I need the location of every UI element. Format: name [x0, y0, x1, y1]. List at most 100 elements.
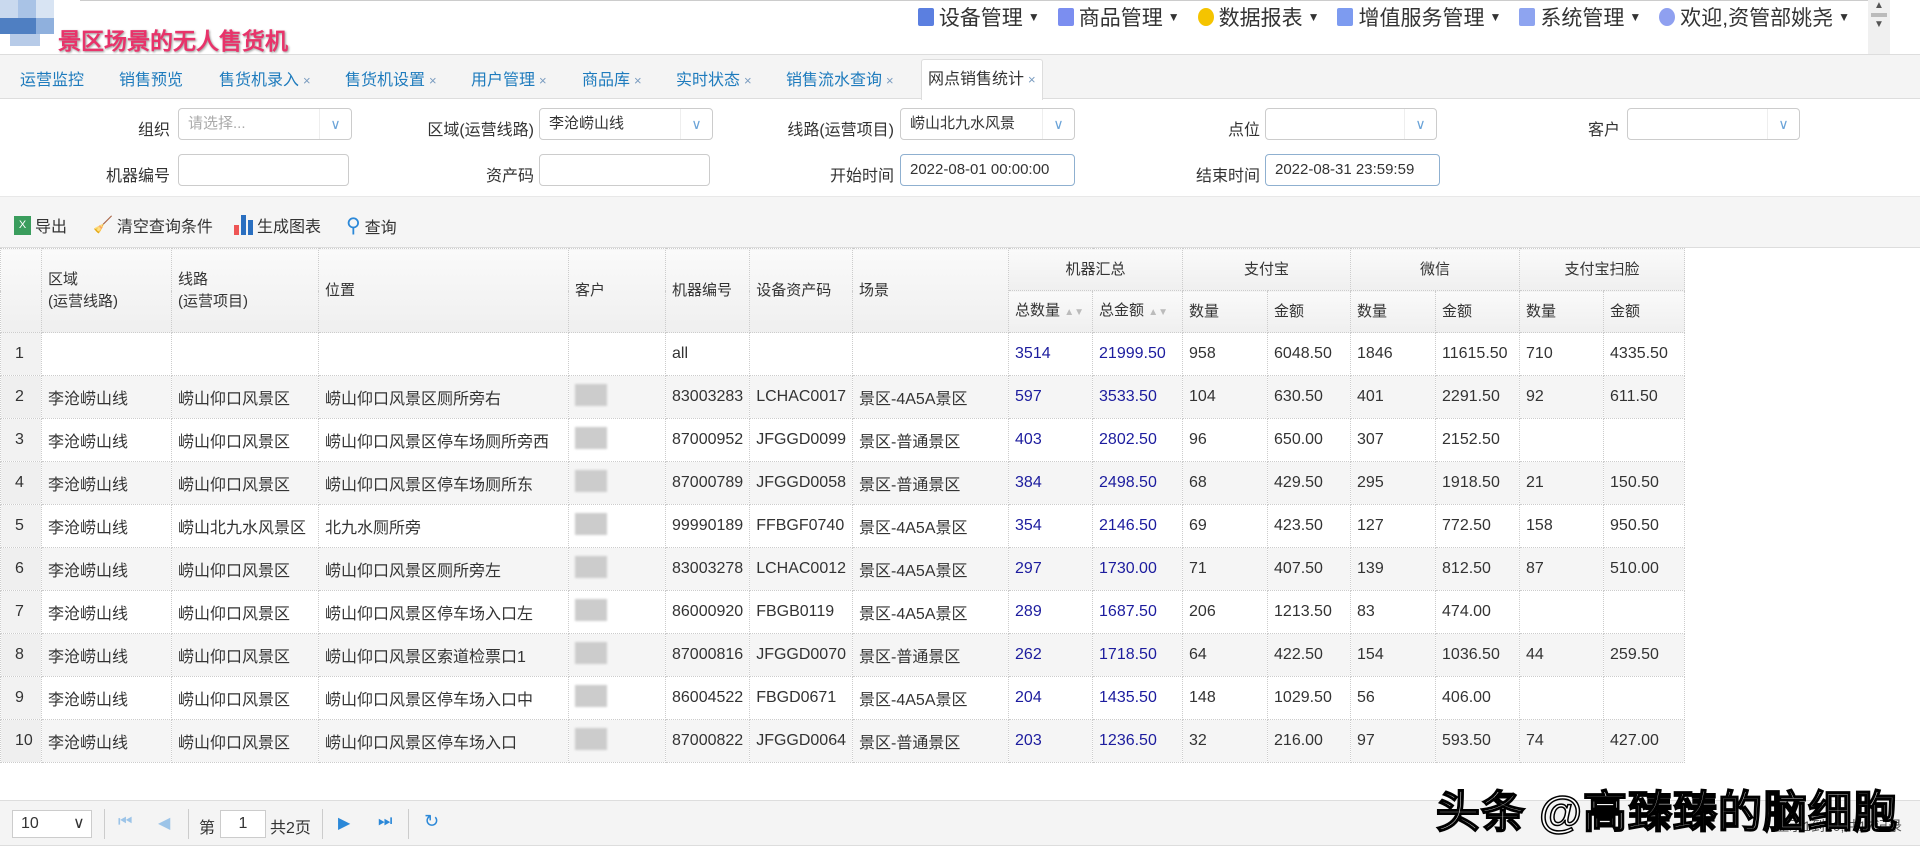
query-button[interactable]: ⚲ 查询	[346, 213, 397, 238]
tab-7[interactable]: 销售流水查询 ×	[780, 64, 900, 100]
region-select[interactable]: 李沧崂山线 ∨	[539, 108, 713, 140]
table-row[interactable]: 1 all 3514 21999.50 958 6048.50 1846 11615.50 71…	[0, 332, 1686, 376]
end-time-input[interactable]: 2022-08-31 23:59:59	[1265, 154, 1440, 186]
redacted-customer	[575, 512, 607, 535]
tab-5[interactable]: 商品库 ×	[576, 64, 648, 100]
header-face-qty[interactable]: 数量	[1519, 290, 1605, 333]
menu-device[interactable]: 设备管理 ▼	[917, 2, 1040, 32]
menu-label: 设备管理	[938, 7, 1023, 30]
cell-face-qty: 87	[1519, 547, 1605, 591]
page-size-value: 10	[21, 815, 39, 832]
point-label: 点位	[1227, 122, 1260, 139]
org-select[interactable]: 请选择... ∨	[178, 108, 352, 140]
route-select[interactable]: 崂山北九水风景 ∨	[900, 108, 1075, 140]
cell-face-amt: 150.50	[1603, 461, 1686, 505]
query-label: 查询	[364, 219, 397, 237]
cell-customer	[568, 461, 666, 505]
point-select[interactable]: ∨	[1265, 108, 1437, 140]
table-row[interactable]: 6 李沧崂山线 崂山仰口风景区 崂山仰口风景区厕所旁左 83003278 LCHAC001…	[0, 547, 1686, 591]
cell-machine-id: 87000952	[664, 418, 751, 462]
sort-icon: ▲▼	[1148, 306, 1168, 318]
menu-pie-chart[interactable]: 数据报表 ▼	[1197, 2, 1319, 32]
cell-face-qty: 710	[1519, 332, 1605, 376]
cell-asset-code: LCHAC0012	[749, 547, 854, 591]
redacted-customer	[575, 469, 607, 492]
toolbar: X 导出 🧹 清空查询条件 生成图表 ⚲ 查询	[0, 196, 1920, 248]
next-page-icon[interactable]: ▶	[338, 813, 350, 833]
machine-input[interactable]	[178, 154, 349, 186]
tab-4[interactable]: 用户管理 ×	[465, 64, 553, 100]
asset-input[interactable]	[539, 154, 710, 186]
header-wechat-qty[interactable]: 数量	[1350, 290, 1437, 333]
close-icon[interactable]: ×	[429, 73, 437, 88]
header-region[interactable]: 区域 (运营线路)	[41, 248, 172, 333]
tab-label: 售货机设置	[345, 72, 426, 89]
close-icon[interactable]: ×	[744, 73, 752, 88]
header-rownum	[0, 248, 42, 333]
cell-location: 崂山仰口风景区厕所旁右	[318, 375, 569, 419]
tab-3[interactable]: 售货机设置 ×	[339, 64, 443, 100]
export-button[interactable]: X 导出	[14, 213, 67, 237]
close-icon[interactable]: ×	[303, 73, 311, 88]
menu-user[interactable]: 欢迎,资管部姚尧 ▼	[1659, 2, 1850, 32]
tab-6[interactable]: 实时状态 ×	[670, 64, 758, 100]
cell-total-amt: 1730.00	[1092, 547, 1184, 591]
cell-row-number: 3	[0, 418, 42, 462]
page-size-select[interactable]: 10 ∨	[12, 810, 92, 838]
first-page-icon[interactable]: ⏮	[118, 813, 132, 831]
table-row[interactable]: 10 李沧崂山线 崂山仰口风景区 崂山仰口风景区停车场入口 87000822 JFGGD0…	[0, 719, 1686, 763]
chart-label: 生成图表	[257, 219, 322, 236]
tab-2[interactable]: 售货机录入 ×	[213, 64, 317, 100]
tab-8[interactable]: 网点销售统计 ×	[921, 59, 1043, 100]
divider	[80, 0, 1870, 1]
page-number-input[interactable]: 1	[220, 810, 266, 838]
caret-down-icon: ▼	[1838, 10, 1850, 24]
table-row[interactable]: 9 李沧崂山线 崂山仰口风景区 崂山仰口风景区停车场入口中 86004522 FBGD06…	[0, 676, 1686, 720]
header-customer[interactable]: 客户	[568, 248, 666, 333]
tab-0[interactable]: 运营监控	[14, 64, 90, 100]
table-row[interactable]: 4 李沧崂山线 崂山仰口风景区 崂山仰口风景区停车场厕所东 87000789 JFGGD0…	[0, 461, 1686, 505]
menu-goods[interactable]: 商品管理 ▼	[1057, 2, 1180, 32]
customer-select[interactable]: ∨	[1627, 108, 1800, 140]
cell-scene: 景区-普通景区	[852, 719, 1010, 763]
header-alipay-amt[interactable]: 金额	[1267, 290, 1352, 333]
header-alipay-qty[interactable]: 数量	[1182, 290, 1269, 333]
header-scene[interactable]: 场景	[852, 248, 1010, 333]
header-asset[interactable]: 设备资产码	[749, 248, 854, 333]
tab-1[interactable]: 销售预览	[113, 64, 189, 100]
last-page-icon[interactable]: ⏭	[378, 813, 392, 831]
table-row[interactable]: 5 李沧崂山线 崂山北九水风景区 北九水厕所旁 99990189 FFBGF0740 景区-…	[0, 504, 1686, 548]
menu-label: 系统管理	[1540, 7, 1625, 30]
table-row[interactable]: 2 李沧崂山线 崂山仰口风景区 崂山仰口风景区厕所旁右 83003283 LCHAC001…	[0, 375, 1686, 419]
header-route[interactable]: 线路 (运营项目)	[171, 248, 319, 333]
header-total-amt[interactable]: 总金额 ▲▼	[1092, 290, 1184, 333]
menu-grid[interactable]: 增值服务管理 ▼	[1337, 2, 1501, 32]
cell-face-qty: 44	[1519, 633, 1605, 677]
header-total-qty[interactable]: 总数量 ▲▼	[1008, 290, 1094, 333]
menu-shield[interactable]: 系统管理 ▼	[1519, 2, 1641, 32]
close-icon[interactable]: ×	[539, 73, 547, 88]
tab-label: 用户管理	[471, 72, 536, 89]
tab-label: 销售流水查询	[786, 72, 883, 89]
chevron-down-icon: ∨	[680, 109, 712, 139]
header-location[interactable]: 位置	[318, 248, 569, 333]
start-time-input[interactable]: 2022-08-01 00:00:00	[900, 154, 1075, 186]
table-row[interactable]: 7 李沧崂山线 崂山仰口风景区 崂山仰口风景区停车场入口左 86000920 FBGB01…	[0, 590, 1686, 634]
tab-label: 网点销售统计	[928, 71, 1025, 88]
clear-button[interactable]: 🧹 清空查询条件	[93, 213, 213, 237]
header-face-amt[interactable]: 金额	[1603, 290, 1686, 333]
close-icon[interactable]: ×	[1028, 72, 1036, 87]
refresh-icon[interactable]: ↻	[424, 811, 439, 832]
cell-customer	[568, 676, 666, 720]
cell-machine-id: 87000789	[664, 461, 751, 505]
header-machine[interactable]: 机器编号	[664, 248, 751, 333]
chart-button[interactable]: 生成图表	[234, 213, 321, 237]
header-wechat-amt[interactable]: 金额	[1435, 290, 1521, 333]
table-row[interactable]: 8 李沧崂山线 崂山仰口风景区 崂山仰口风景区索道检票口1 87000816 JFGGD0…	[0, 633, 1686, 677]
cell-scene	[852, 332, 1010, 376]
prev-page-icon[interactable]: ◀	[158, 813, 170, 833]
scrollbar[interactable]: ▲ ▼	[1868, 0, 1890, 54]
close-icon[interactable]: ×	[886, 73, 894, 88]
close-icon[interactable]: ×	[634, 73, 642, 88]
table-row[interactable]: 3 李沧崂山线 崂山仰口风景区 崂山仰口风景区停车场厕所旁西 87000952 JFGGD…	[0, 418, 1686, 462]
